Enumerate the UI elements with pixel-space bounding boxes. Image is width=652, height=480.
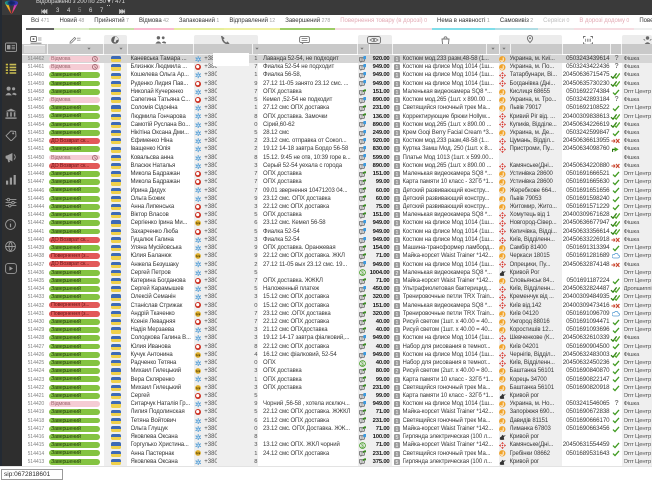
svg-text:1: 1: [395, 287, 398, 292]
svg-text:1: 1: [395, 82, 398, 87]
svg-text:1: 1: [395, 213, 398, 218]
svg-text:1: 1: [395, 452, 398, 457]
svg-text:1: 1: [395, 205, 398, 210]
svg-text:1: 1: [395, 336, 398, 341]
svg-text:1: 1: [395, 394, 398, 399]
svg-text:5: 5: [395, 435, 398, 440]
svg-text:1: 1: [395, 73, 398, 78]
svg-text:1: 1: [395, 230, 398, 235]
svg-text:2: 2: [395, 271, 398, 276]
svg-text:2: 2: [395, 369, 398, 374]
svg-text:1: 1: [395, 345, 398, 350]
svg-text:1: 1: [395, 378, 398, 383]
svg-text:1: 1: [395, 197, 398, 202]
svg-text:1: 1: [395, 427, 398, 432]
svg-text:1: 1: [395, 147, 398, 152]
svg-text:1: 1: [395, 65, 398, 70]
svg-text:1: 1: [395, 361, 398, 366]
svg-text:1: 1: [395, 57, 398, 62]
svg-text:1: 1: [395, 320, 398, 325]
svg-text:1: 1: [395, 312, 398, 317]
svg-text:1: 1: [395, 304, 398, 309]
svg-text:1: 1: [395, 402, 398, 407]
svg-text:1: 1: [395, 164, 398, 169]
svg-text:1: 1: [395, 139, 398, 144]
svg-text:1: 1: [395, 238, 398, 243]
svg-text:1: 1: [395, 189, 398, 194]
svg-text:1: 1: [395, 115, 398, 120]
svg-text:1: 1: [395, 221, 398, 226]
svg-text:1: 1: [395, 353, 398, 358]
svg-text:1: 1: [395, 98, 398, 103]
svg-text:1: 1: [395, 419, 398, 424]
svg-text:1: 1: [395, 443, 398, 448]
svg-text:1: 1: [395, 410, 398, 415]
svg-text:1: 1: [395, 279, 398, 284]
svg-text:5: 5: [395, 460, 398, 465]
svg-text:1: 1: [395, 262, 398, 267]
svg-text:1: 1: [395, 295, 398, 300]
svg-text:1: 1: [395, 328, 398, 333]
svg-text:1: 1: [395, 123, 398, 128]
svg-text:1: 1: [395, 156, 398, 161]
svg-text:1: 1: [395, 106, 398, 111]
svg-text:1: 1: [395, 254, 398, 259]
svg-text:1: 1: [395, 180, 398, 185]
svg-text:1: 1: [395, 246, 398, 251]
svg-text:1: 1: [395, 386, 398, 391]
svg-text:1: 1: [395, 172, 398, 177]
svg-text:1: 1: [395, 90, 398, 95]
svg-text:1: 1: [395, 131, 398, 136]
